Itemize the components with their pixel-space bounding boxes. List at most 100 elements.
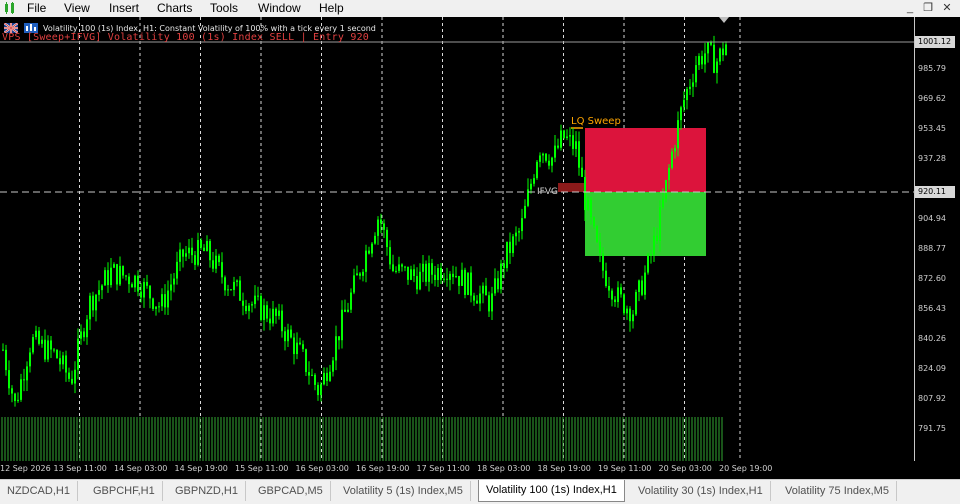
candle-body xyxy=(272,308,274,324)
menu-window[interactable]: Window xyxy=(251,0,308,16)
candle-body xyxy=(581,167,583,177)
menu-help[interactable]: Help xyxy=(312,0,351,16)
candle-body xyxy=(614,299,616,303)
candle-body xyxy=(461,269,463,286)
signal-label: VPS [Sweep+IFVG] Volatility 100 (1s) Ind… xyxy=(2,32,370,43)
candle-body xyxy=(377,219,379,236)
candle-body xyxy=(17,399,19,402)
candle-body xyxy=(509,241,511,254)
candle-body xyxy=(368,250,370,254)
candle-body xyxy=(152,298,154,309)
candle-body xyxy=(83,331,85,338)
candle-body xyxy=(533,178,535,184)
candle-body xyxy=(89,295,91,320)
candle-body xyxy=(536,161,538,179)
candle-body xyxy=(155,306,157,309)
candle-body xyxy=(167,290,169,308)
candle-body xyxy=(707,42,709,54)
minimize-icon[interactable]: _ xyxy=(903,1,917,15)
candle-body xyxy=(317,384,319,396)
candle-body xyxy=(257,295,259,297)
candle-body xyxy=(8,370,10,389)
candle-body xyxy=(698,56,700,66)
candle-body xyxy=(50,340,52,350)
candle-body xyxy=(605,270,607,287)
tab-volatility-30[interactable]: Volatility 30 (1s) Index,H1 xyxy=(631,481,771,501)
menu-bar: File View Insert Charts Tools Window Hel… xyxy=(0,0,960,17)
candle-body xyxy=(302,344,304,350)
price-scale-border xyxy=(914,17,915,461)
candle-body xyxy=(503,263,505,269)
menu-view[interactable]: View xyxy=(57,0,97,16)
app-logo-icon xyxy=(5,2,14,14)
candle-body xyxy=(26,366,28,381)
time-tick-label: 18 Sep 19:00 xyxy=(537,464,591,473)
candle-body xyxy=(221,262,223,278)
candle-body xyxy=(485,285,487,296)
time-tick-label: 14 Sep 03:00 xyxy=(114,464,168,473)
candle-body xyxy=(95,294,97,311)
menu-file[interactable]: File xyxy=(20,0,53,16)
chart-shift-icon[interactable] xyxy=(719,17,729,23)
candle-body xyxy=(431,263,433,275)
candle-body xyxy=(662,198,664,208)
menu-tools[interactable]: Tools xyxy=(203,0,245,16)
candle-body xyxy=(149,285,151,299)
candle-body xyxy=(47,340,49,360)
candle-body xyxy=(455,276,457,278)
candle-body xyxy=(341,309,343,341)
candle-body xyxy=(98,290,100,295)
candle-body xyxy=(110,267,112,286)
candle-body xyxy=(425,263,427,282)
candle-body xyxy=(68,372,70,379)
candle-body xyxy=(233,281,235,290)
time-tick-label: 19 Sep 11:00 xyxy=(598,464,652,473)
candle-body xyxy=(125,275,127,277)
close-icon[interactable]: ✕ xyxy=(940,1,954,15)
candle-body xyxy=(182,249,184,257)
candle-body xyxy=(35,330,37,338)
menu-charts[interactable]: Charts xyxy=(150,0,199,16)
tab-gbpnzd[interactable]: GBPNZD,H1 xyxy=(168,481,246,501)
tab-nzdcad[interactable]: NZDCAD,H1 xyxy=(0,481,78,501)
candle-body xyxy=(443,278,445,280)
price-tick-label: 904.94 xyxy=(918,214,946,224)
restore-icon[interactable]: ❐ xyxy=(921,1,935,15)
candle-body xyxy=(104,270,106,286)
candle-body xyxy=(128,276,130,285)
sell-zone xyxy=(585,128,706,192)
candle-body xyxy=(254,295,256,305)
candle-body xyxy=(44,339,46,360)
candle-body xyxy=(137,275,139,292)
candle-body xyxy=(686,89,688,101)
candle-body xyxy=(587,199,589,211)
candle-body xyxy=(458,276,460,286)
candle-body xyxy=(59,358,61,365)
candle-body xyxy=(638,280,640,292)
price-tick-label: 985.79 xyxy=(918,64,946,74)
tab-volatility-100[interactable]: Volatility 100 (1s) Index,H1 xyxy=(478,480,625,502)
tab-gbpcad[interactable]: GBPCAD,M5 xyxy=(251,481,331,501)
candle-body xyxy=(578,141,580,168)
candle-body xyxy=(476,300,478,304)
candle-body xyxy=(62,355,64,365)
candle-body xyxy=(641,280,643,295)
candle-body xyxy=(314,374,316,385)
tab-volatility-5[interactable]: Volatility 5 (1s) Index,M5 xyxy=(336,481,471,501)
tab-volatility-75[interactable]: Volatility 75 Index,M5 xyxy=(778,481,897,501)
candle-body xyxy=(569,135,571,137)
candle-body xyxy=(263,305,265,320)
candle-body xyxy=(710,42,712,45)
candle-body xyxy=(41,339,43,344)
tab-gbpchf[interactable]: GBPCHF,H1 xyxy=(86,481,163,501)
ifvg-zone xyxy=(558,183,585,192)
candle-body xyxy=(245,305,247,312)
candle-body xyxy=(719,48,721,62)
candle-body xyxy=(350,292,352,310)
menu-insert[interactable]: Insert xyxy=(102,0,146,16)
candle-body xyxy=(704,53,706,65)
price-tick-label: 937.28 xyxy=(918,154,946,164)
candle-body xyxy=(236,280,238,282)
candle-body xyxy=(572,135,574,149)
price-chart[interactable]: Volatility 100 (1s) Index, H1: Constant … xyxy=(0,17,960,479)
